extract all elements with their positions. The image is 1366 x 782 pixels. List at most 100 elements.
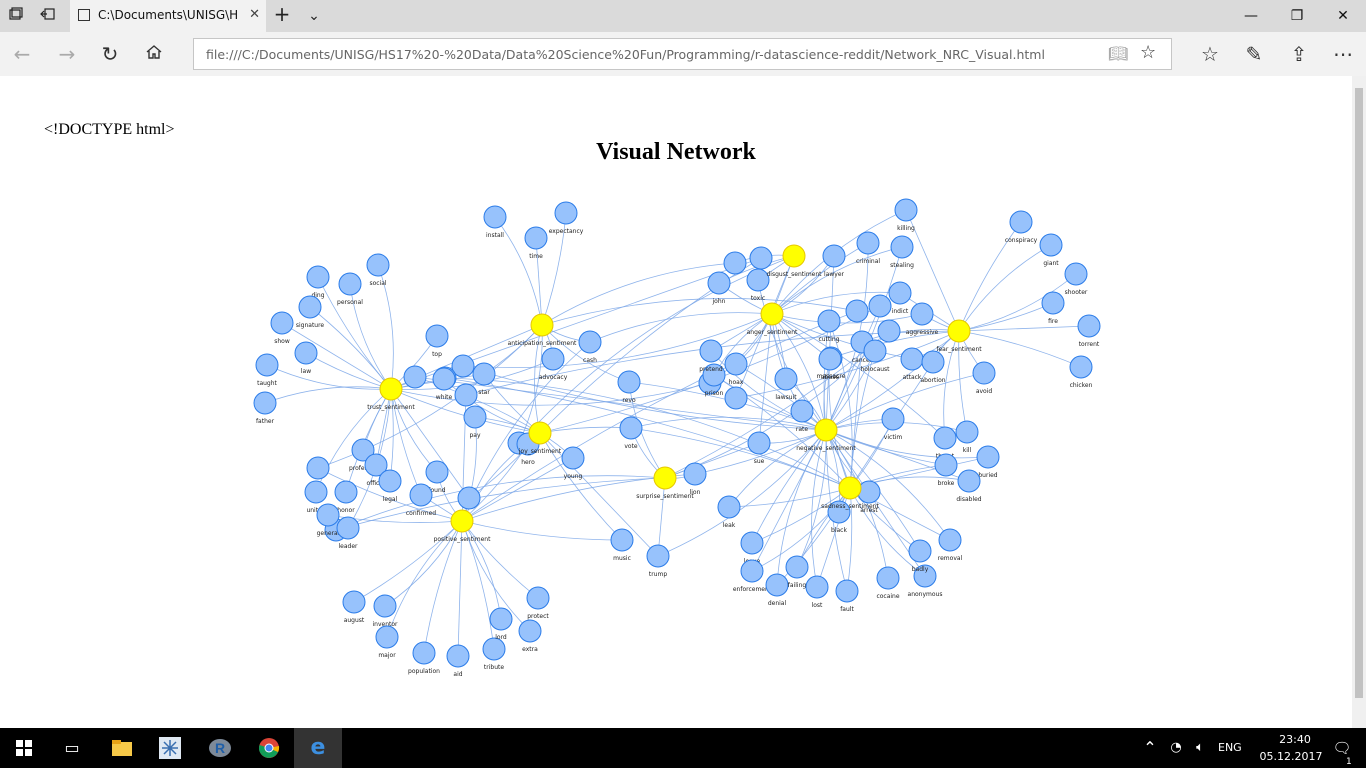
book-icon[interactable]: 📖︎	[1108, 44, 1128, 63]
word-node[interactable]: fault	[835, 579, 859, 613]
word-node[interactable]: lion	[683, 462, 707, 496]
word-node-circle[interactable]	[298, 295, 322, 319]
forward-arrow-icon[interactable]: →	[54, 42, 80, 66]
sentiment-node-circle[interactable]	[814, 418, 838, 442]
word-node-circle[interactable]	[856, 231, 880, 255]
word-node[interactable]: cocaine	[876, 566, 900, 600]
sentiment-node-circle[interactable]	[379, 377, 403, 401]
word-node-circle[interactable]	[818, 347, 842, 371]
word-node[interactable]: august	[342, 590, 366, 624]
word-node[interactable]: father	[253, 391, 277, 425]
word-node-circle[interactable]	[881, 407, 905, 431]
favorites-list-icon[interactable]: ☆	[1197, 42, 1223, 66]
word-node-circle[interactable]	[933, 426, 957, 450]
sentiment-node-circle[interactable]	[782, 244, 806, 268]
tabs-aside-icon[interactable]	[6, 6, 26, 26]
wifi-icon[interactable]: ◔	[1164, 728, 1188, 768]
vertical-scrollbar[interactable]	[1352, 76, 1366, 728]
word-node-circle[interactable]	[863, 339, 887, 363]
word-node-circle[interactable]	[336, 516, 360, 540]
sentiment-node-circle[interactable]	[760, 302, 784, 326]
word-node-circle[interactable]	[373, 594, 397, 618]
word-node-circle[interactable]	[366, 253, 390, 277]
word-node-circle[interactable]	[255, 353, 279, 377]
word-node-circle[interactable]	[938, 528, 962, 552]
sentiment-node-circle[interactable]	[653, 466, 677, 490]
word-node-circle[interactable]	[306, 456, 330, 480]
word-node-circle[interactable]	[740, 559, 764, 583]
word-node[interactable]: abortion	[920, 350, 946, 384]
word-node[interactable]: shooter	[1064, 262, 1088, 296]
maximize-button[interactable]: ❐	[1274, 0, 1320, 32]
word-node[interactable]: signature	[296, 295, 325, 329]
word-node-circle[interactable]	[646, 544, 670, 568]
word-node[interactable]: giant	[1039, 233, 1063, 267]
refresh-icon[interactable]: ↻	[97, 42, 123, 66]
word-node[interactable]: john	[707, 271, 731, 305]
word-node-circle[interactable]	[294, 341, 318, 365]
word-node[interactable]	[749, 246, 773, 270]
word-node[interactable]: ding	[306, 265, 330, 299]
word-node-circle[interactable]	[483, 205, 507, 229]
sentiment-node-circle[interactable]	[450, 509, 474, 533]
volume-icon[interactable]: 🔈︎	[1188, 728, 1212, 768]
word-node[interactable]: fire	[1041, 291, 1065, 325]
word-node[interactable]: leak	[717, 495, 741, 529]
word-node[interactable]: extra	[518, 619, 542, 653]
word-node-circle[interactable]	[432, 367, 456, 391]
word-node-circle[interactable]	[908, 539, 932, 563]
word-node-circle[interactable]	[890, 235, 914, 259]
sentiment-node-circle[interactable]	[838, 476, 862, 500]
word-node-circle[interactable]	[454, 383, 478, 407]
word-node-circle[interactable]	[482, 637, 506, 661]
word-node[interactable]: criminal	[856, 231, 880, 265]
set-aside-icon[interactable]	[38, 6, 58, 26]
word-node-circle[interactable]	[724, 386, 748, 410]
word-node-circle[interactable]	[578, 330, 602, 354]
sentiment-node[interactable]: disgust_sentiment	[766, 244, 822, 278]
windows-start-icon[interactable]	[0, 728, 48, 768]
word-node-circle[interactable]	[610, 528, 634, 552]
ellipsis-icon[interactable]: ⋯	[1330, 42, 1356, 66]
sentiment-node[interactable]: anticipation_sentiment	[508, 313, 577, 347]
word-node-circle[interactable]	[894, 198, 918, 222]
word-node-circle[interactable]	[457, 486, 481, 510]
word-node[interactable]	[868, 294, 892, 318]
word-node-circle[interactable]	[403, 365, 427, 389]
word-node[interactable]: cutting	[817, 309, 841, 343]
word-node-circle[interactable]	[957, 469, 981, 493]
word-node-circle[interactable]	[334, 480, 358, 504]
word-node-circle[interactable]	[717, 495, 741, 519]
word-node[interactable]: general	[316, 503, 340, 537]
sentiment-node[interactable]: negative_sentiment	[796, 418, 856, 452]
word-node-circle[interactable]	[342, 590, 366, 614]
word-node-circle[interactable]	[554, 201, 578, 225]
language-indicator[interactable]: ENG	[1218, 741, 1242, 754]
word-node[interactable]: cash	[578, 330, 602, 364]
word-node-circle[interactable]	[845, 299, 869, 323]
word-node-circle[interactable]	[723, 251, 747, 275]
word-node-circle[interactable]	[857, 480, 881, 504]
word-node-circle[interactable]	[617, 370, 641, 394]
word-node-circle[interactable]	[683, 462, 707, 486]
word-node-circle[interactable]	[526, 586, 550, 610]
word-node[interactable]	[403, 365, 427, 389]
word-node[interactable]: indict	[888, 281, 912, 315]
word-node[interactable]: badly	[908, 539, 932, 573]
word-node[interactable]: inventor	[372, 594, 398, 628]
scrollbar-thumb[interactable]	[1355, 88, 1363, 698]
word-node[interactable]: chicken	[1069, 355, 1093, 389]
word-node[interactable]: victim	[881, 407, 905, 441]
close-tab-icon[interactable]: ✕	[249, 7, 260, 22]
word-node-circle[interactable]	[489, 607, 513, 631]
word-node[interactable]	[724, 386, 748, 410]
word-node-circle[interactable]	[900, 347, 924, 371]
word-node-circle[interactable]	[425, 324, 449, 348]
word-node-circle[interactable]	[1039, 233, 1063, 257]
word-node[interactable]: conspiracy	[1005, 210, 1038, 244]
word-node[interactable]: lost	[805, 575, 829, 609]
word-node-circle[interactable]	[1064, 262, 1088, 286]
star-icon[interactable]: ☆	[1140, 42, 1156, 63]
r-app-icon[interactable]: R	[196, 728, 244, 768]
word-node[interactable]: failing	[785, 555, 809, 589]
